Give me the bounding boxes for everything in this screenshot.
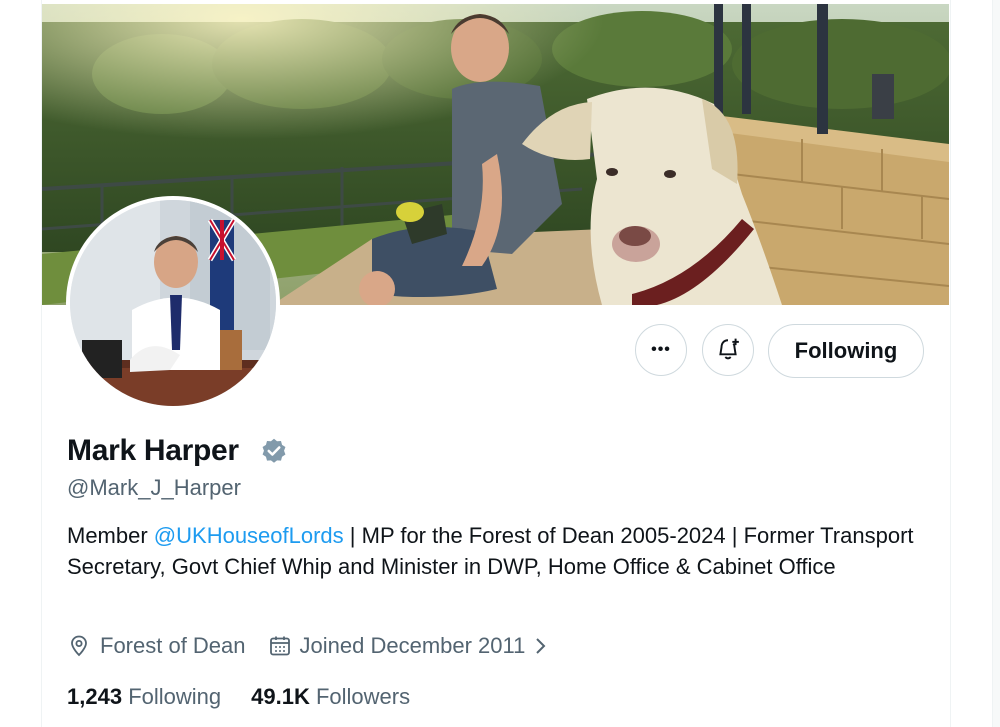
avatar-photo [70, 200, 276, 406]
followers-count: 49.1K [251, 684, 310, 709]
followers-label: Followers [315, 684, 411, 709]
bio-prefix: Member [67, 523, 154, 548]
verified-badge-icon[interactable] [260, 437, 288, 465]
location-item: Forest of Dean [67, 633, 246, 659]
profile-avatar[interactable] [66, 196, 280, 410]
following-button[interactable]: Following [768, 324, 924, 378]
followers-stat[interactable]: 49.1K Followers [251, 684, 410, 710]
following-count: 1,243 [67, 684, 123, 709]
location-pin-icon [71, 635, 87, 657]
following-stat[interactable]: 1,243 Following [67, 684, 221, 710]
user-handle: @Mark_J_Harper [67, 475, 241, 500]
calendar-icon [269, 636, 290, 656]
chevron-right-icon[interactable] [531, 635, 551, 657]
follow-stats: 1,243 Following 49.1K Followers [67, 684, 410, 710]
joined-item: Joined December 2011 [268, 633, 552, 659]
more-icon: ••• [651, 341, 671, 358]
more-button[interactable]: ••• [635, 324, 687, 376]
location-text: Forest of Dean [100, 633, 246, 658]
bell-plus-icon [719, 338, 739, 360]
notifications-button[interactable] [702, 324, 754, 376]
right-panel-edge [992, 0, 1000, 727]
following-label: Following [128, 684, 222, 709]
bio-mention-link[interactable]: @UKHouseofLords [154, 523, 344, 548]
profile-meta: Forest of Dean Joined December 2011 [67, 633, 551, 659]
joined-text: Joined December 2011 [299, 633, 526, 658]
profile-bio: Member @UKHouseofLords | MP for the Fore… [67, 521, 937, 582]
display-name: Mark Harper [67, 434, 239, 467]
